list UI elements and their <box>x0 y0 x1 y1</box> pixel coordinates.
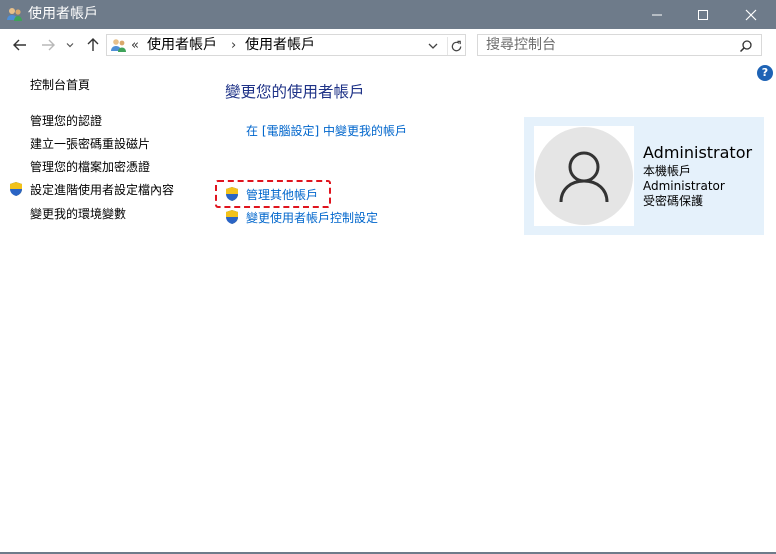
address-bar[interactable]: « 使用者帳戶 › 使用者帳戶 <box>106 34 466 56</box>
maximize-icon <box>698 9 708 20</box>
recent-dropdown-icon <box>66 43 74 48</box>
up-arrow-icon <box>87 38 99 51</box>
chevron-down-icon <box>428 43 438 49</box>
uac-shield-icon <box>224 186 240 202</box>
breadcrumb-item[interactable]: 使用者帳戶 <box>147 37 217 54</box>
users-icon <box>110 37 128 57</box>
uac-shield-icon <box>8 181 24 197</box>
nav-control-panel-home[interactable]: 控制台首頁 <box>30 77 90 93</box>
nav-manage-credentials[interactable]: 管理您的認證 <box>30 113 102 129</box>
avatar <box>534 126 634 226</box>
back-arrow-icon <box>13 39 26 51</box>
close-icon <box>745 9 757 20</box>
page-title: 變更您的使用者帳戶 <box>225 83 365 101</box>
close-button[interactable] <box>728 0 774 29</box>
nav-create-password-reset-disk[interactable]: 建立一張密碼重設磁片 <box>30 136 150 152</box>
refresh-icon <box>451 40 462 51</box>
search-box[interactable] <box>477 34 762 56</box>
search-input[interactable] <box>486 36 736 54</box>
account-protection: 受密碼保護 <box>643 194 704 208</box>
user-silhouette-icon <box>559 151 609 203</box>
up-button[interactable] <box>83 35 103 55</box>
account-group: Administrator <box>643 179 725 193</box>
refresh-button[interactable] <box>447 37 465 55</box>
search-icon[interactable] <box>739 38 753 57</box>
nav-change-environment-variables[interactable]: 變更我的環境變數 <box>30 206 126 222</box>
title-bar: 使用者帳戶 <box>0 0 776 29</box>
address-dropdown-button[interactable] <box>427 38 439 57</box>
forward-arrow-icon <box>42 39 55 51</box>
nav-manage-encryption-certificates[interactable]: 管理您的檔案加密憑證 <box>30 159 150 175</box>
account-card: Administrator 本機帳戶 Administrator 受密碼保護 <box>524 117 764 235</box>
pc-settings-link[interactable]: 在 [電腦設定] 中變更我的帳戶 <box>246 123 407 139</box>
back-button[interactable] <box>10 35 30 55</box>
users-icon <box>6 5 24 23</box>
manage-other-accounts-link[interactable]: 管理其他帳戶 <box>246 187 318 203</box>
minimize-icon <box>652 14 662 15</box>
window-title: 使用者帳戶 <box>28 6 98 22</box>
breadcrumb-separator[interactable]: › <box>231 37 236 54</box>
uac-shield-icon <box>224 209 240 225</box>
forward-button[interactable] <box>38 35 58 55</box>
maximize-button[interactable] <box>680 0 726 29</box>
breadcrumb-overflow[interactable]: « <box>131 37 139 54</box>
help-icon[interactable]: ? <box>757 65 773 81</box>
breadcrumb-item[interactable]: 使用者帳戶 <box>245 37 315 54</box>
nav-advanced-profile-properties[interactable]: 設定進階使用者設定檔內容 <box>30 182 174 198</box>
minimize-button[interactable] <box>634 0 680 29</box>
recent-locations-button[interactable] <box>63 35 77 55</box>
account-type: 本機帳戶 <box>643 164 692 178</box>
account-name: Administrator <box>643 143 753 162</box>
uac-settings-link[interactable]: 變更使用者帳戶控制設定 <box>246 210 378 226</box>
